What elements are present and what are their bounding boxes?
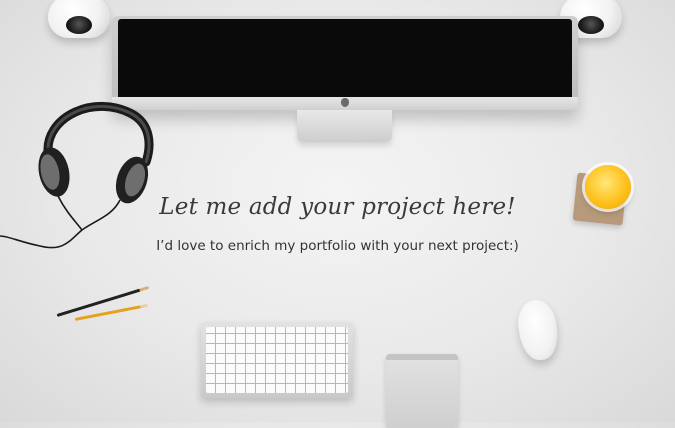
headline: Let me add your project here! <box>159 194 516 220</box>
mouse-icon <box>515 297 561 363</box>
speaker-cone <box>578 16 604 34</box>
keyboard-icon <box>201 322 353 398</box>
left-speaker-icon <box>48 0 110 38</box>
monitor-screen <box>118 19 572 97</box>
monitor-chin <box>112 97 578 110</box>
imac-monitor-icon <box>112 16 578 110</box>
speaker-cone <box>66 16 92 34</box>
monitor-stand <box>297 110 392 142</box>
keyboard-keys <box>206 327 348 393</box>
trackpad-icon <box>386 354 458 428</box>
apple-logo-icon <box>341 98 349 107</box>
subline: I’d love to enrich my portfolio with you… <box>156 238 519 254</box>
